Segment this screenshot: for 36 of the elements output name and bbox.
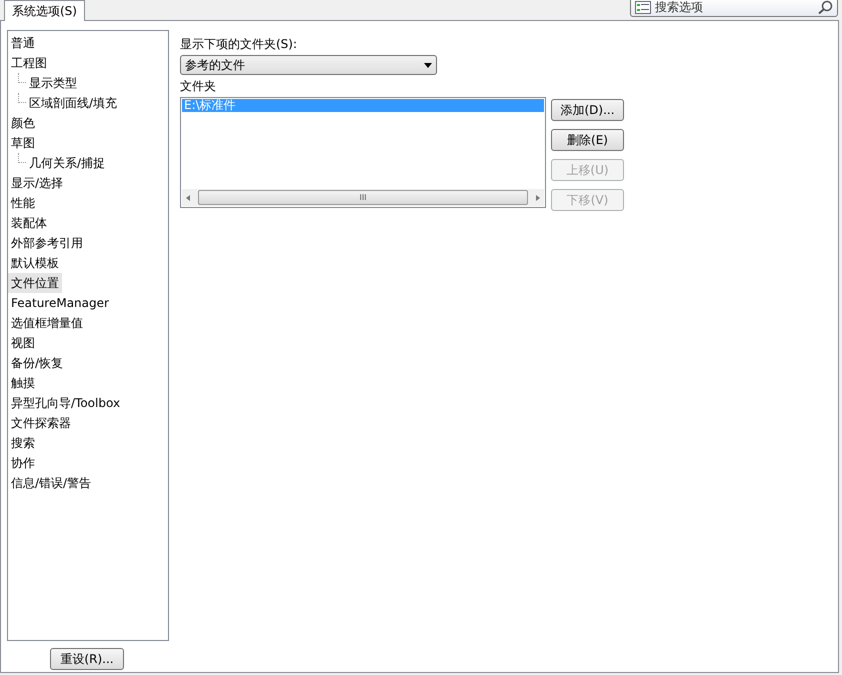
tree-item[interactable]: 普通	[8, 33, 38, 53]
field-label: 显示下项的文件夹(S):	[180, 36, 298, 53]
tree-item[interactable]: 视图	[8, 333, 38, 353]
scrollbar-thumb[interactable]: III	[198, 190, 528, 205]
search-box[interactable]: 搜索选项	[630, 0, 838, 17]
options-tab[interactable]: 系统选项(S)	[4, 0, 85, 21]
tree-item[interactable]: FeatureManager	[8, 293, 112, 313]
tree-item[interactable]: 选值框增量值	[8, 313, 86, 333]
tree-item[interactable]: 触摸	[8, 373, 38, 393]
tree-item[interactable]: 几何关系/捕捉	[26, 153, 108, 173]
tree-item[interactable]: 显示/选择	[8, 173, 66, 193]
dropdown-arrow-icon	[424, 62, 432, 68]
tree-item[interactable]: 文件位置	[8, 273, 62, 293]
reset-button[interactable]: 重设(R)...	[50, 648, 124, 670]
tree-item[interactable]: 草图	[8, 133, 38, 153]
tree-item[interactable]: 协作	[8, 453, 38, 473]
tree-item[interactable]: 区域剖面线/填充	[26, 93, 120, 113]
tree-item[interactable]: 外部参考引用	[8, 233, 86, 253]
search-icon[interactable]	[817, 0, 833, 14]
tree-item[interactable]: 信息/错误/警告	[8, 473, 94, 493]
tree-item[interactable]: 颜色	[8, 113, 38, 133]
field-label: 文件夹	[180, 78, 217, 95]
tree-item[interactable]: 工程图	[8, 53, 50, 73]
search-input[interactable]: 搜索选项	[654, 0, 814, 16]
tree-item[interactable]: 性能	[8, 193, 38, 213]
tree-item[interactable]: 备份/恢复	[8, 353, 66, 373]
tree-item[interactable]: 显示类型	[26, 73, 80, 93]
tree-item[interactable]: 默认模板	[8, 253, 62, 273]
folder-type-dropdown[interactable]: 参考的文件	[180, 55, 437, 75]
action-button[interactable]: 删除(E)	[551, 129, 624, 151]
tree-item[interactable]: 装配体	[8, 213, 50, 233]
tree-item[interactable]: 搜索	[8, 433, 38, 453]
list-icon	[635, 0, 651, 14]
tree-item[interactable]: 异型孔向导/Toolbox	[8, 393, 124, 413]
tree-item[interactable]: 文件探索器	[8, 413, 74, 433]
action-button[interactable]: 添加(D)...	[551, 99, 624, 121]
